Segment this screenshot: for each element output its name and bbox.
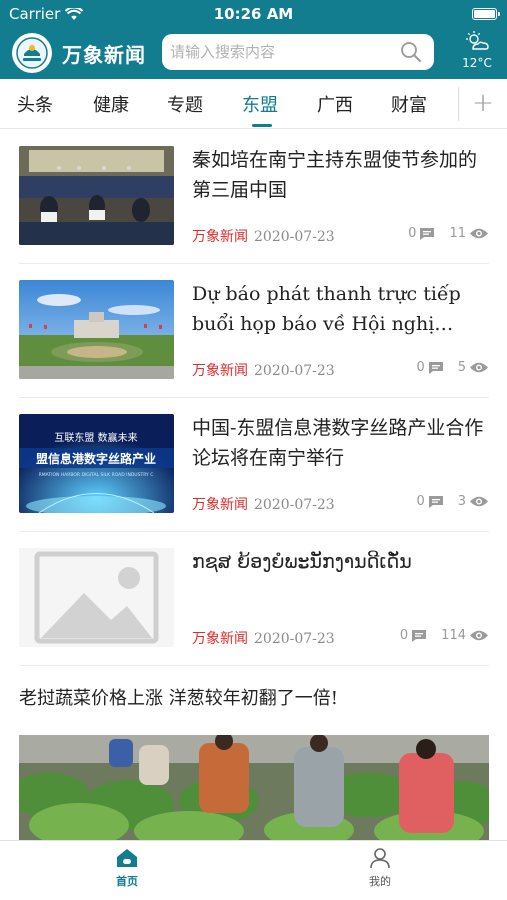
tab-health[interactable]: 健康 — [93, 91, 129, 117]
featured-title[interactable]: 老挝蔬菜价格上涨 洋葱较年初翻了一倍! — [19, 684, 338, 710]
news-feed[interactable]: 秦如培在南宁主持东盟使节参加的第三届中国 万象新闻 2020-07-23 0 11 — [0, 130, 507, 840]
tab-home[interactable]: 首页 — [87, 847, 167, 889]
app-title: 万象新闻 — [62, 43, 146, 67]
article-thumbnail — [19, 146, 174, 245]
weather-widget[interactable]: 12°C — [455, 30, 499, 70]
eye-icon — [470, 630, 488, 641]
app-logo[interactable] — [12, 33, 52, 73]
eye-icon — [470, 362, 488, 373]
article-stats: 0 5 — [416, 360, 489, 375]
building-photo — [19, 280, 174, 379]
list-item[interactable]: 秦如培在南宁主持东盟使节参加的第三届中国 万象新闻 2020-07-23 0 11 — [19, 130, 489, 264]
tab-mine-label: 我的 — [369, 875, 391, 888]
list-item[interactable]: ກຊສ ຍ້ອງຍໍພະນັກງານດີເດັ່ນ 万象新闻 2020-07-23… — [19, 532, 489, 666]
list-item[interactable]: Dự báo phát thanh trực tiếp buổi họp báo… — [19, 264, 489, 398]
view-count: 114 — [441, 628, 466, 643]
battery-level — [474, 10, 495, 18]
article-stats: 0 11 — [408, 226, 489, 241]
article-thumbnail — [19, 280, 174, 379]
article-meta: 万象新闻 2020-07-23 0 5 — [192, 360, 489, 380]
tab-asean[interactable]: 东盟 — [242, 91, 278, 117]
tab-wealth[interactable]: 财富 — [391, 91, 427, 117]
bottom-tab-bar: 首页 我的 — [0, 840, 507, 900]
market-photo — [19, 735, 489, 840]
article-title[interactable]: 秦如培在南宁主持东盟使节参加的第三届中国 — [192, 145, 489, 205]
article-date: 2020-07-23 — [254, 497, 335, 513]
comment-icon — [420, 227, 435, 240]
article-title[interactable]: Dự báo phát thanh trực tiếp buổi họp báo… — [192, 279, 489, 339]
comment-count: 0 — [408, 226, 417, 241]
list-item[interactable]: 互联东盟 数赢未来 盟信息港数字丝路产业 RMATION HARBOR DIGI… — [19, 398, 489, 532]
battery-icon — [472, 8, 500, 20]
article-thumbnail — [19, 548, 174, 647]
search-input[interactable] — [170, 34, 390, 70]
tab-topics[interactable]: 专题 — [167, 91, 203, 117]
banner-title: 盟信息港数字丝路产业 — [36, 451, 156, 466]
article-stats: 0 3 — [416, 494, 489, 509]
sun-cloud-icon — [466, 31, 489, 50]
article-source: 万象新闻 — [192, 229, 248, 245]
person-icon — [370, 848, 390, 869]
search-icon[interactable] — [400, 41, 422, 63]
article-source: 万象新闻 — [192, 363, 248, 379]
comment-count: 0 — [416, 494, 425, 509]
eye-icon — [470, 228, 488, 239]
status-bar: Carrier 10:26 AM — [0, 0, 507, 28]
article-date: 2020-07-23 — [254, 363, 335, 379]
view-count: 5 — [457, 360, 466, 375]
tab-guangxi[interactable]: 广西 — [317, 91, 353, 117]
view-count: 3 — [457, 494, 466, 509]
article-date: 2020-07-23 — [254, 229, 335, 245]
tab-divider — [458, 87, 459, 121]
article-meta: 万象新闻 2020-07-23 0 11 — [192, 226, 489, 246]
weather-temperature: 12°C — [462, 56, 492, 70]
comment-count: 0 — [399, 628, 409, 643]
article-meta: 万象新闻 2020-07-23 0 114 — [192, 628, 489, 648]
article-source: 万象新闻 — [192, 631, 248, 647]
banner-slogan: 互联东盟 数赢未来 — [54, 431, 137, 444]
forum-banner-image: 互联东盟 数赢未来 盟信息港数字丝路产业 RMATION HARBOR DIGI… — [19, 414, 174, 513]
app-header: Carrier 10:26 AM 万象新闻 请输入搜索内容 12°C — [0, 0, 507, 79]
search-bar[interactable] — [162, 34, 434, 70]
logo-icon — [16, 37, 48, 69]
banner-subtitle: RMATION HARBOR DIGITAL SILK ROAD INDUSTR… — [39, 472, 154, 478]
featured-image — [19, 735, 489, 840]
add-tab-button[interactable]: + — [470, 87, 496, 121]
comment-icon — [428, 361, 443, 374]
article-source: 万象新闻 — [192, 497, 248, 513]
home-icon — [117, 849, 137, 867]
conference-photo — [19, 146, 174, 245]
article-thumbnail: 互联东盟 数赢未来 盟信息港数字丝路产业 RMATION HARBOR DIGI… — [19, 414, 174, 513]
article-title[interactable]: ກຊສ ຍ້ອງຍໍພະນັກງານດີເດັ່ນ — [192, 547, 489, 577]
image-placeholder-icon — [19, 548, 174, 647]
article-title[interactable]: 中国-东盟信息港数字丝路产业合作论坛将在南宁举行 — [192, 413, 489, 473]
tab-headlines[interactable]: 头条 — [17, 91, 53, 117]
comment-icon — [412, 629, 427, 642]
view-count: 11 — [449, 226, 466, 241]
status-time: 10:26 AM — [213, 5, 294, 23]
category-tabs: 头条 健康 专题 东盟 广西 财富 + — [0, 79, 507, 129]
comment-icon — [428, 495, 443, 508]
article-meta: 万象新闻 2020-07-23 0 3 — [192, 494, 489, 514]
article-date: 2020-07-23 — [254, 631, 335, 647]
comment-count: 0 — [416, 360, 425, 375]
eye-icon — [470, 496, 488, 507]
article-stats: 0 114 — [400, 628, 489, 643]
tab-home-label: 首页 — [116, 875, 138, 888]
tab-mine[interactable]: 我的 — [340, 847, 420, 889]
featured-article[interactable]: 老挝蔬菜价格上涨 洋葱较年初翻了一倍! — [19, 667, 489, 840]
active-tab-indicator — [252, 124, 272, 127]
